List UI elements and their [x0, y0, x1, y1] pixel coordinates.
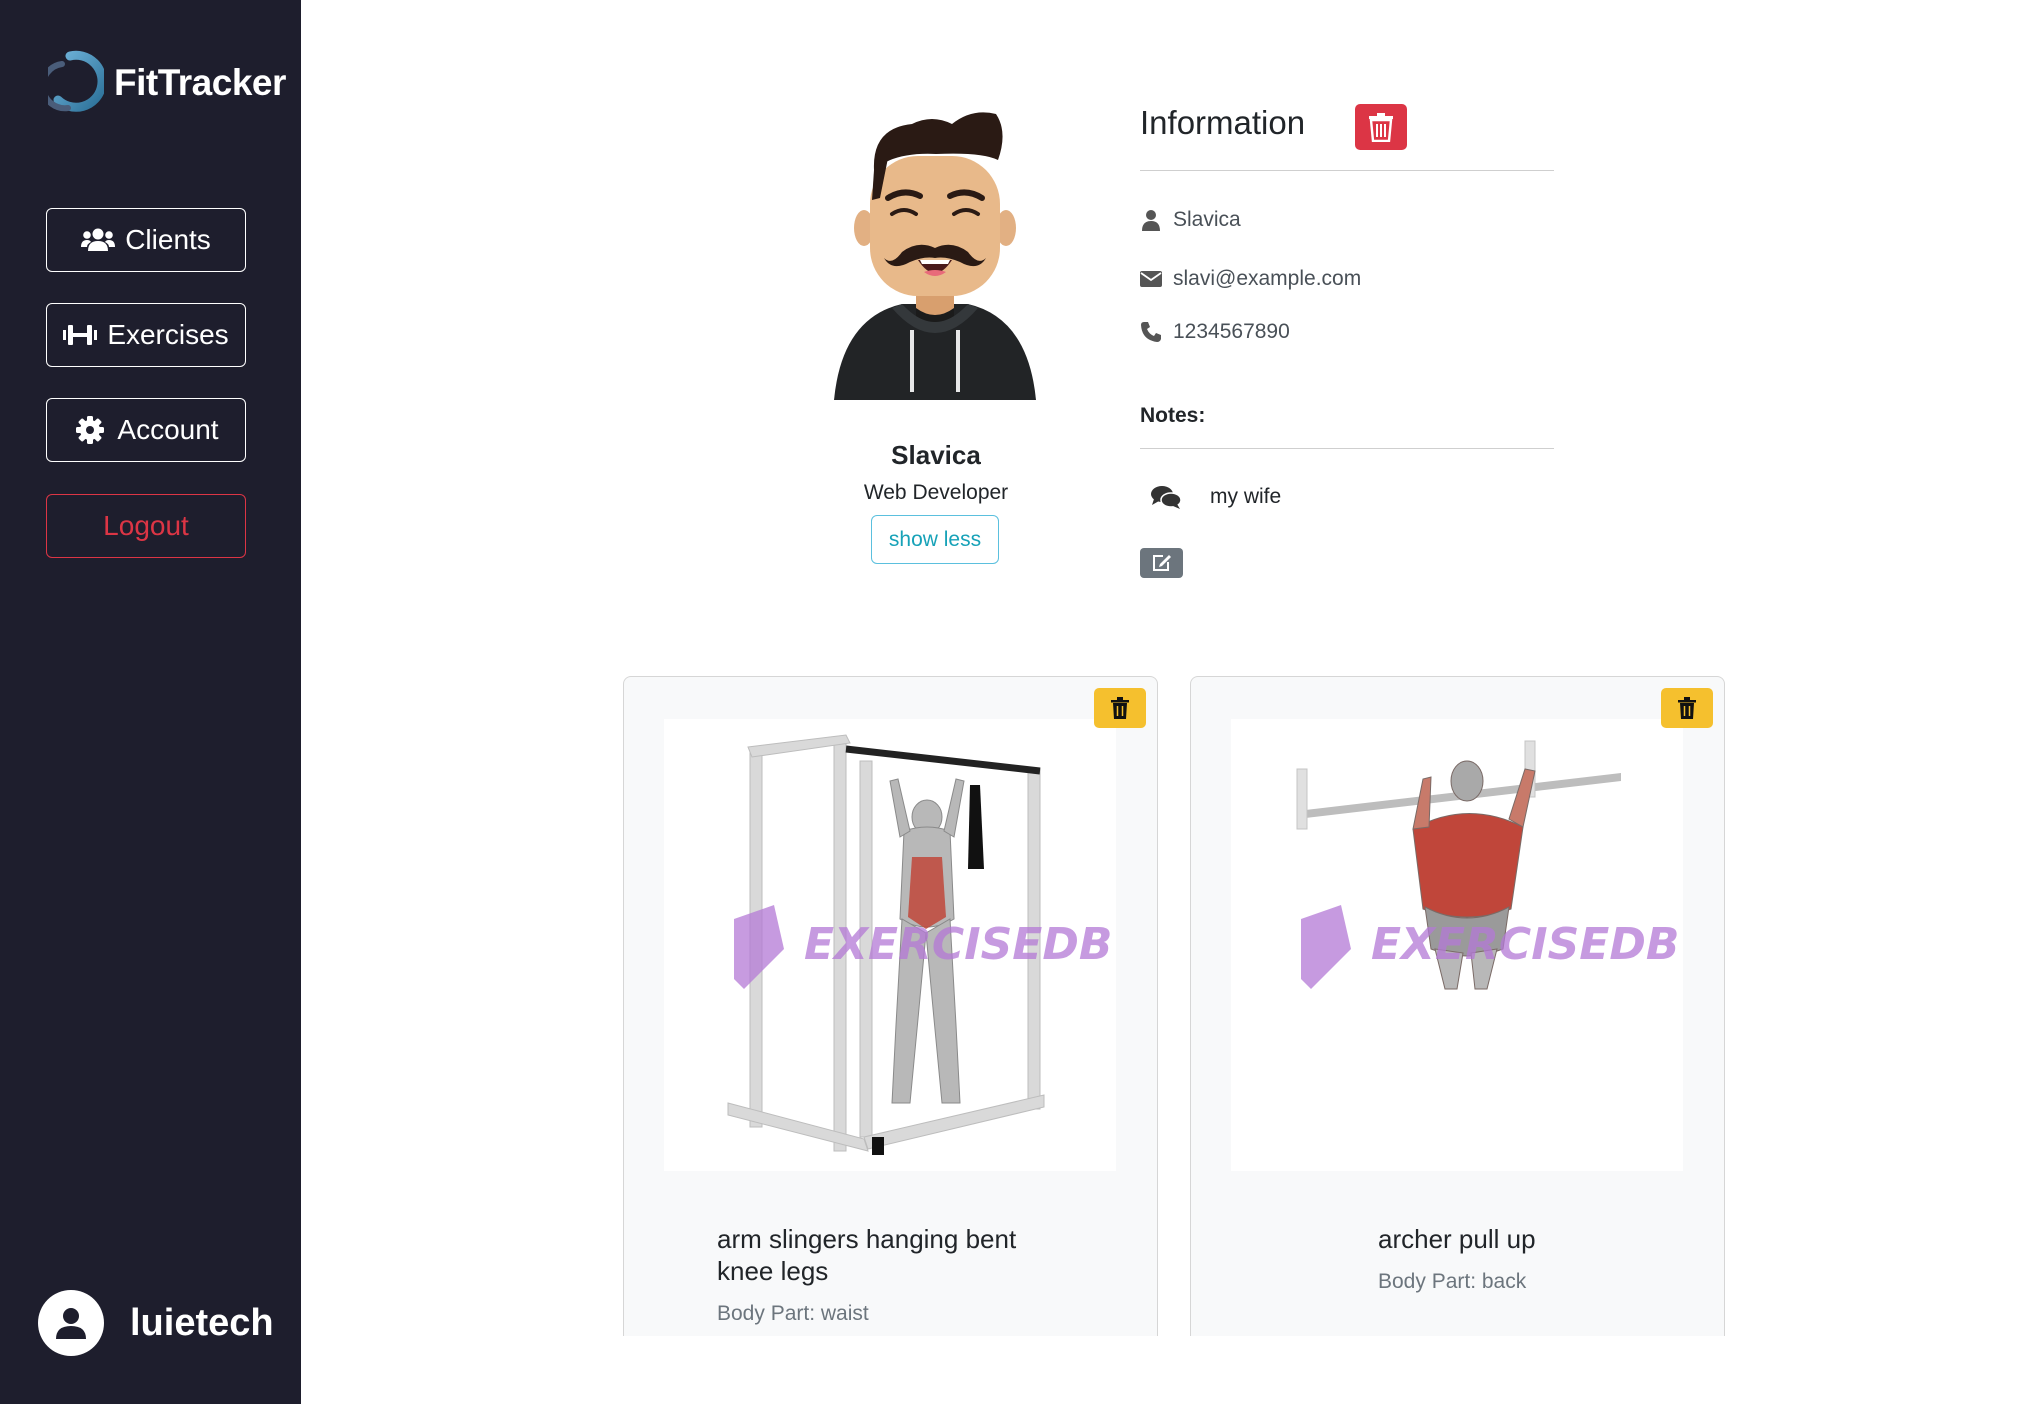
user-avatar-icon	[38, 1290, 104, 1356]
note-text: my wife	[1210, 485, 1282, 508]
exercise-image: EXERCISEDB	[1231, 719, 1683, 1171]
gear-icon	[73, 416, 107, 444]
trash-icon	[1111, 697, 1129, 719]
account-label: Account	[117, 414, 219, 445]
exercises-button[interactable]: Exercises	[46, 303, 246, 367]
info-email-row: slavi@example.com	[1140, 267, 1361, 291]
delete-exercise-button[interactable]	[1661, 688, 1713, 728]
user-icon	[1140, 209, 1162, 231]
edit-notes-button[interactable]	[1140, 548, 1183, 578]
brand-name: FitTracker	[114, 62, 286, 103]
exercises-label: Exercises	[107, 319, 229, 350]
dumbbell-icon	[63, 321, 98, 349]
envelope-icon	[1140, 268, 1162, 290]
trash-icon	[1678, 697, 1696, 719]
exercise-card[interactable]: EXERCISEDB archer pull up Body Part: bac…	[1190, 676, 1725, 1336]
current-user[interactable]: luietech	[38, 1290, 274, 1356]
client-avatar	[834, 112, 1036, 400]
comments-icon	[1151, 486, 1182, 509]
info-name: Slavica	[1173, 208, 1241, 231]
delete-exercise-button[interactable]	[1094, 688, 1146, 728]
logout-button[interactable]: Logout	[46, 494, 246, 558]
exercise-image: EXERCISEDB	[664, 719, 1116, 1171]
info-email: slavi@example.com	[1173, 267, 1362, 290]
trash-icon	[1369, 113, 1393, 142]
information-heading: Information	[1140, 104, 1306, 141]
notes-label: Notes:	[1140, 404, 1206, 427]
note-item: my wife	[1150, 484, 1281, 510]
exercise-name: arm slingers hanging bent knee legs	[717, 1224, 1017, 1286]
info-phone: 1234567890	[1173, 320, 1290, 343]
brand[interactable]: FitTracker	[48, 50, 286, 116]
watermark-text: EXERCISEDB	[804, 919, 1112, 970]
edit-icon	[1152, 555, 1171, 571]
exercise-body-part: Body Part: waist	[717, 1302, 869, 1325]
divider	[1140, 170, 1554, 171]
delete-client-button[interactable]	[1355, 104, 1407, 150]
info-name-row: Slavica	[1140, 208, 1241, 232]
exercise-name: archer pull up	[1378, 1224, 1536, 1254]
info-phone-row: 1234567890	[1140, 320, 1290, 344]
exercise-card[interactable]: EXERCISEDB arm slingers hanging bent kne…	[623, 676, 1158, 1336]
sidebar: FitTracker Clients Exercises Account Log…	[0, 0, 301, 1404]
divider	[1140, 448, 1554, 449]
logout-label: Logout	[103, 510, 189, 541]
clients-button[interactable]: Clients	[46, 208, 246, 272]
clients-label: Clients	[125, 224, 211, 255]
show-less-button[interactable]: show less	[871, 515, 999, 564]
account-button[interactable]: Account	[46, 398, 246, 462]
phone-icon	[1140, 321, 1162, 343]
exercise-body-part: Body Part: back	[1378, 1270, 1527, 1293]
ring-logo-icon	[48, 50, 104, 112]
profile-name: Slavica	[891, 440, 981, 470]
user-name: luietech	[130, 1301, 274, 1344]
profile-title: Web Developer	[863, 481, 1009, 504]
users-icon	[81, 226, 116, 254]
watermark-text: EXERCISEDB	[1371, 919, 1679, 970]
